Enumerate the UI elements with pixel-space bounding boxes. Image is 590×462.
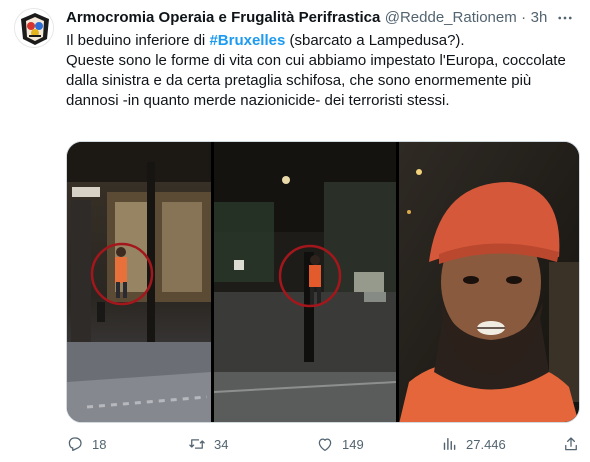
tweet-header: Armocromia Operaia e Frugalità Perifrast… <box>66 9 576 29</box>
like-count: 149 <box>342 436 364 452</box>
user-handle[interactable]: @Redde_Rationem <box>385 9 517 26</box>
media-grid[interactable] <box>66 141 580 423</box>
retweet-icon <box>189 439 205 449</box>
retweet-count: 34 <box>214 436 229 452</box>
media-image-2[interactable] <box>214 142 396 422</box>
retweet-button[interactable]: 34 <box>188 432 228 456</box>
avatar[interactable] <box>14 8 54 48</box>
media-image-3[interactable] <box>399 142 579 422</box>
more-options-button[interactable] <box>554 7 576 29</box>
tweet-text: Il beduino inferiore di #Bruxelles (sbar… <box>66 31 566 111</box>
reply-icon <box>68 437 82 452</box>
media-image-1[interactable] <box>67 142 211 422</box>
tweet[interactable]: Armocromia Operaia e Frugalità Perifrast… <box>0 0 590 462</box>
reply-count: 18 <box>92 436 107 452</box>
timestamp[interactable]: 3h <box>531 9 548 26</box>
display-name[interactable]: Armocromia Operaia e Frugalità Perifrast… <box>66 9 380 26</box>
like-icon <box>318 438 332 452</box>
views-button[interactable]: 27.446 <box>440 432 506 456</box>
tweet-text-intro: Il beduino inferiore di <box>66 32 210 49</box>
share-button[interactable] <box>562 432 580 456</box>
hashtag-link[interactable]: #Bruxelles <box>209 32 285 49</box>
reply-button[interactable]: 18 <box>66 432 106 456</box>
views-icon <box>443 438 456 450</box>
tweet-actions: 18 34 149 27.446 <box>66 432 580 456</box>
separator-dot: · <box>521 9 527 26</box>
share-icon <box>565 437 577 451</box>
views-count: 27.446 <box>466 436 506 452</box>
like-button[interactable]: 149 <box>316 432 364 456</box>
more-icon <box>558 16 572 20</box>
